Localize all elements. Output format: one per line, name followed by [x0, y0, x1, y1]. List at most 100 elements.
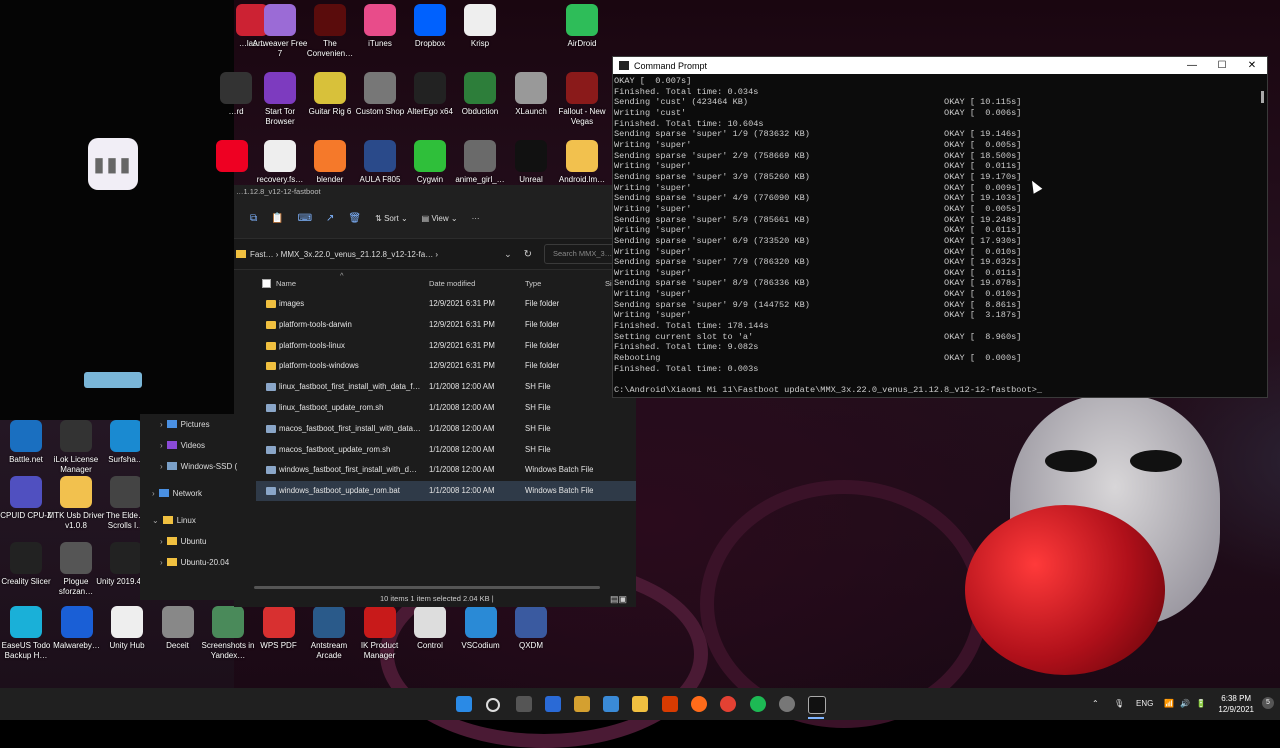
app-icon	[364, 140, 396, 172]
refresh-icon[interactable]: ↻	[524, 249, 532, 260]
app-icon	[364, 4, 396, 36]
file-row[interactable]: macos_fastboot_first_install_with_data… 1…	[256, 419, 636, 439]
file-row[interactable]: macos_fastboot_update_rom.sh 1/1/2008 12:…	[256, 440, 636, 460]
file-row[interactable]: linux_fastboot_first_install_with_data_f…	[256, 377, 636, 397]
nav-item[interactable]: › Videos	[140, 438, 256, 454]
steam-icon[interactable]	[779, 696, 795, 712]
search-icon[interactable]	[486, 698, 500, 712]
terminal-line: Sending sparse 'super' 1/9 (783632 KB) O…	[614, 129, 1022, 140]
chevron-down-icon[interactable]: ⌄	[152, 516, 159, 525]
desktop-icon-label: QXDM	[519, 641, 543, 650]
office-icon[interactable]	[662, 696, 678, 712]
chevron-right-icon[interactable]: ›	[160, 441, 163, 450]
file-row[interactable]: windows_fastboot_update_rom.bat 1/1/2008 …	[256, 481, 636, 502]
terminal-line: Finished. Total time: 0.034s	[614, 86, 759, 97]
file-row[interactable]: platform-tools-windows 12/9/2021 6:31 PM F…	[256, 356, 636, 376]
start-icon[interactable]	[456, 696, 472, 712]
chevron-right-icon[interactable]: ›	[152, 489, 155, 498]
terminal-taskbar-icon[interactable]	[808, 696, 826, 714]
view-button[interactable]: ▤ View ⌄	[422, 214, 458, 223]
desktop-icon[interactable]: Krisp	[450, 4, 510, 49]
desktop-icon[interactable]: AirDroid	[552, 4, 612, 49]
phone-widget-icon[interactable]: ▮▮▮	[88, 138, 138, 190]
wallpaper-mask-eye	[1045, 450, 1097, 472]
app-icon	[566, 140, 598, 172]
more-button[interactable]: ···	[472, 214, 480, 223]
app-icon	[464, 606, 497, 638]
store-icon[interactable]	[574, 696, 590, 712]
file-date: 1/1/2008 12:00 AM	[429, 465, 495, 475]
sort-button[interactable]: ⇅ Sort ⌄	[375, 214, 408, 223]
app-icon	[314, 140, 346, 172]
app-icon	[110, 420, 142, 452]
nav-item[interactable]: › Ubuntu	[140, 534, 256, 550]
nav-folder-icon	[166, 462, 177, 470]
desktop-icon-label: Fallout - New Vegas	[558, 107, 606, 126]
column-type[interactable]: Type	[525, 279, 541, 288]
terminal-scrollbar[interactable]	[1261, 91, 1264, 103]
minimize-button[interactable]: —	[1177, 57, 1207, 74]
nav-item[interactable]: ⌄ Linux	[140, 513, 248, 529]
paste-icon[interactable]: 📋	[271, 213, 283, 224]
mail-icon[interactable]	[603, 696, 619, 712]
file-row[interactable]: windows_fastboot_first_install_with_d… 1/…	[256, 460, 636, 480]
nav-item[interactable]: › Network	[140, 486, 248, 502]
select-all-checkbox[interactable]	[262, 279, 271, 288]
terminal-line: Writing 'super' OKAY [ 0.011s]	[614, 225, 1022, 236]
column-name[interactable]: Name	[276, 279, 296, 288]
rename-icon[interactable]: ⌨	[298, 213, 312, 224]
desktop-icon[interactable]: Android.lm…	[552, 140, 612, 185]
spotify-icon[interactable]	[750, 696, 766, 712]
task-view-icon[interactable]	[516, 696, 532, 712]
volume-icon[interactable]: 🔊	[1180, 688, 1190, 720]
file-row[interactable]: platform-tools-darwin 12/9/2021 6:31 PM Fi…	[256, 315, 636, 335]
file-date: 1/1/2008 12:00 AM	[429, 403, 495, 412]
app-icon	[216, 140, 248, 172]
terminal-output[interactable]: OKAY [ 0.007s] Finished. Total time: 0.03…	[613, 74, 1267, 396]
column-size[interactable]: Si	[605, 279, 612, 288]
chevron-right-icon[interactable]: ›	[160, 420, 163, 429]
chevron-right-icon[interactable]: ›	[160, 462, 163, 471]
file-icon	[266, 445, 276, 454]
horizontal-scrollbar[interactable]	[254, 586, 600, 589]
file-name: linux_fastboot_update_rom.sh	[279, 403, 384, 412]
copy-icon[interactable]: ⧉	[250, 213, 257, 224]
column-date[interactable]: Date modified	[429, 279, 475, 288]
desktop-icon[interactable]: QXDM	[501, 606, 561, 651]
maximize-button[interactable]: ☐	[1207, 57, 1237, 74]
microphone-icon[interactable]: 🎙	[1114, 688, 1124, 720]
nav-folder-icon	[162, 516, 173, 524]
nav-item[interactable]: › Windows-SSD (	[140, 459, 256, 475]
chevron-right-icon[interactable]: ›	[160, 558, 163, 567]
nav-item[interactable]: › Ubuntu-20.04	[140, 555, 256, 571]
nav-item[interactable]: › Pictures	[140, 417, 256, 433]
breadcrumb[interactable]: Fast… › MMX_3x.22.0_venus_21.12.8_v12-12…	[246, 250, 504, 259]
app-icon	[10, 606, 42, 638]
share-icon[interactable]: ↗	[326, 213, 334, 224]
file-row[interactable]: images 12/9/2021 6:31 PM File folder	[256, 294, 636, 314]
firefox-icon[interactable]	[691, 696, 707, 712]
cmd-titlebar[interactable]: Command Prompt — ☐ ✕	[613, 57, 1267, 74]
file-name: windows_fastboot_update_rom.bat	[279, 486, 400, 496]
desktop-icon[interactable]: Fallout - New Vegas	[552, 72, 612, 127]
chevron-right-icon[interactable]: ›	[160, 537, 163, 546]
chevron-down-icon[interactable]: ⌄	[504, 249, 512, 260]
file-row[interactable]: linux_fastboot_update_rom.sh 1/1/2008 12:…	[256, 398, 636, 418]
app-icon	[515, 140, 547, 172]
battery-icon[interactable]: 🔋	[1196, 688, 1206, 720]
chevron-up-icon[interactable]: ⌃	[1092, 688, 1099, 720]
file-type: File folder	[525, 319, 560, 329]
notification-badge[interactable]: 5	[1262, 697, 1274, 709]
close-button[interactable]: ✕	[1237, 57, 1267, 74]
chrome-icon[interactable]	[720, 696, 736, 712]
language-indicator[interactable]: ENG	[1136, 688, 1153, 720]
app-icon	[220, 72, 252, 104]
clock[interactable]: 6:38 PM 12/9/2021	[1218, 693, 1254, 715]
file-explorer-icon[interactable]	[632, 696, 648, 712]
terminal-line: Finished. Total time: 10.604s	[614, 118, 764, 129]
widgets-icon[interactable]	[545, 696, 561, 712]
wifi-icon[interactable]: 📶	[1164, 688, 1174, 720]
delete-icon[interactable]: 🗑	[348, 213, 361, 224]
file-row[interactable]: platform-tools-linux 12/9/2021 6:31 PM Fil…	[256, 336, 636, 356]
view-toggle-icon[interactable]: ▤▣	[610, 594, 630, 604]
